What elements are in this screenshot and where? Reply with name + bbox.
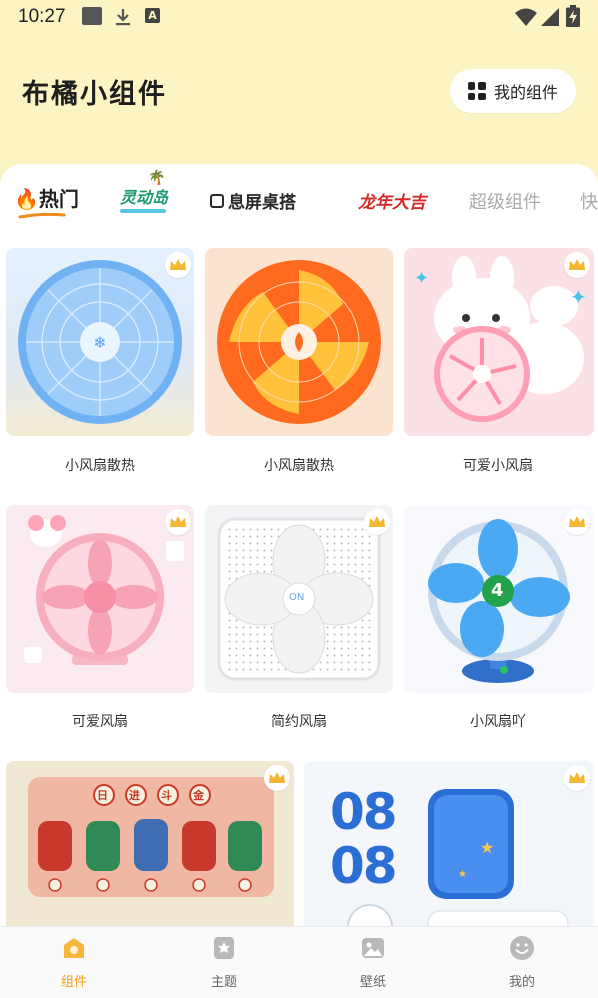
- vip-crown-icon: [564, 765, 590, 791]
- fan-on-indicator: ON: [289, 592, 305, 603]
- nav-profile[interactable]: 我的: [482, 935, 562, 990]
- tab-dynamic-island[interactable]: 🌴 灵动岛: [120, 170, 169, 213]
- profile-icon: [510, 936, 534, 960]
- fortune-char-3: 斗: [161, 789, 172, 802]
- tab-fast[interactable]: 快: [580, 188, 598, 214]
- widget-card-label: 简约风扇: [271, 714, 327, 730]
- vip-crown-icon: [165, 509, 191, 535]
- widget-card-label: 小风扇吖: [470, 714, 526, 730]
- pink-fan-thumbnail: [6, 505, 194, 693]
- flame-icon: 🔥: [14, 187, 39, 211]
- svg-text:✦: ✦: [414, 268, 429, 289]
- vip-crown-icon: [364, 509, 390, 535]
- my-widgets-label: 我的组件: [493, 83, 558, 102]
- nav-profile-label: 我的: [508, 975, 535, 990]
- app-title: 布橘小组件: [22, 79, 167, 110]
- palm-tree-icon: 🌴: [148, 170, 166, 186]
- wallpaper-icon: [362, 938, 384, 958]
- fortune-char-1: 日: [97, 789, 108, 802]
- fortune-thumbnail: 日 进 斗 金: [6, 761, 294, 931]
- my-widgets-button[interactable]: 我的组件: [450, 69, 576, 113]
- clock-minutes: 08: [330, 837, 398, 895]
- fortune-char-2: 进: [129, 789, 140, 802]
- widget-card-label: 可爱风扇: [72, 714, 128, 730]
- vip-crown-icon: [564, 509, 590, 535]
- tab-dragon-year[interactable]: 龙年大吉: [358, 188, 426, 213]
- vip-crown-icon: [165, 252, 191, 278]
- blue-fan-snowflake-icon: ❄: [18, 260, 182, 424]
- vip-crown-icon: [264, 765, 290, 791]
- orange-fan-flame-icon: [217, 260, 381, 424]
- wifi-icon: [515, 8, 537, 26]
- clock-thumbnail: ★ ★ 08 08: [304, 761, 594, 931]
- widget-card-label: 小风扇散热: [65, 458, 135, 474]
- bunny-fan-thumbnail: ✦ ✦: [404, 248, 594, 436]
- tab-super-widgets[interactable]: 超级组件: [469, 188, 541, 214]
- widgets-grid-icon: [467, 82, 486, 100]
- nav-widgets[interactable]: 组件: [34, 935, 114, 990]
- widget-card-label: 可爱小风扇: [463, 458, 533, 474]
- fortune-char-4: 金: [193, 789, 204, 802]
- status-bar: 10:27 A: [0, 0, 598, 34]
- blue-fan-thumbnail: ❄: [6, 248, 194, 436]
- fortune-gods-icon: [28, 777, 274, 897]
- tab-lockscreen[interactable]: 息屏桌搭: [210, 188, 296, 213]
- vip-crown-icon: [564, 252, 590, 278]
- widget-card-label: 小风扇散热: [264, 458, 334, 474]
- bottom-navigation: 组件 主题 壁纸 我的: [0, 926, 598, 998]
- svg-text:★: ★: [458, 869, 467, 880]
- download-icon: [116, 9, 130, 26]
- status-time: 10:27: [18, 6, 66, 27]
- tab-active-underline: [18, 213, 66, 219]
- desk-fan-thumbnail: 4: [404, 505, 594, 693]
- tab-dynamic-island-label: 灵动岛: [120, 188, 169, 207]
- svg-text:❄: ❄: [93, 333, 106, 352]
- svg-text:★: ★: [480, 838, 494, 857]
- phone-icon: [210, 193, 224, 208]
- tab-hot[interactable]: 🔥热门: [14, 183, 79, 219]
- fan-speed-indicator: 4: [491, 580, 504, 601]
- svg-text:✦: ✦: [570, 285, 587, 309]
- clock-hours: 08: [330, 783, 398, 841]
- tab-hot-label: 热门: [38, 187, 79, 211]
- theme-icon: [214, 937, 234, 959]
- tab-super-widgets-label: 超级组件: [469, 192, 541, 213]
- widget-icon: [64, 938, 84, 958]
- a-badge-icon: A: [145, 8, 160, 23]
- battery-charging-icon: [566, 5, 580, 27]
- wave-decoration: [120, 209, 166, 213]
- tab-lockscreen-label: 息屏桌搭: [228, 193, 296, 213]
- pink-bow-fan-icon: [24, 515, 184, 665]
- nav-themes-label: 主题: [210, 975, 237, 990]
- signal-icon: [541, 8, 559, 26]
- tab-dragon-year-label: 龙年大吉: [358, 193, 426, 213]
- orange-fan-thumbnail: [205, 248, 393, 436]
- nav-widgets-label: 组件: [60, 975, 87, 990]
- simple-fan-thumbnail: ON: [205, 505, 393, 693]
- notification-square-icon: [82, 7, 102, 25]
- bunny-pink-fan-icon: ✦ ✦: [414, 256, 587, 422]
- nav-wallpapers-label: 壁纸: [359, 975, 386, 990]
- tab-fast-label: 快: [580, 192, 598, 213]
- nav-themes[interactable]: 主题: [184, 935, 264, 990]
- nav-wallpapers[interactable]: 壁纸: [333, 935, 413, 990]
- content-panel: 🔥热门 🌴 灵动岛 息屏桌搭 龙年大吉 超级组件 快 ❄ 小风扇散热 小风扇散热…: [0, 164, 598, 998]
- category-tabs: 🔥热门 🌴 灵动岛 息屏桌搭 龙年大吉 超级组件 快: [0, 170, 598, 228]
